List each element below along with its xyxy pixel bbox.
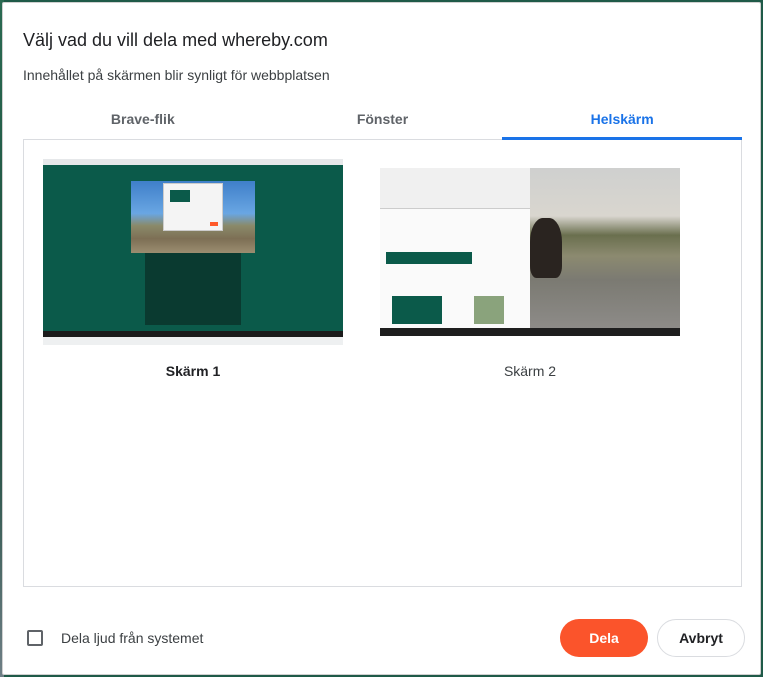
screen-picker-area: Skärm 1 Skärm 2 <box>23 140 742 587</box>
thumbnail-mini-preview-1 <box>392 296 442 324</box>
screen-1-label: Skärm 1 <box>165 363 221 379</box>
share-audio-checkbox[interactable] <box>27 630 43 646</box>
share-audio-row: Dela ljud från systemet <box>27 630 203 646</box>
thumbnail-green-bar <box>386 252 472 264</box>
thumbnail-mini-preview-2 <box>474 296 504 324</box>
screen-2-label: Skärm 2 <box>503 363 557 379</box>
thumbnail-ribbon <box>380 168 530 209</box>
share-button[interactable]: Dela <box>560 619 648 657</box>
share-audio-label: Dela ljud från systemet <box>61 630 204 646</box>
dialog-title: Välj vad du vill dela med whereby.com <box>23 30 328 50</box>
thumbnail-mini-button <box>210 222 218 226</box>
thumbnail-mini-screen <box>170 190 190 202</box>
screen-2-thumbnail <box>380 168 680 336</box>
source-tabs: Brave-flik Fönster Helskärm <box>23 103 742 140</box>
thumbnail-taskbar <box>43 331 343 337</box>
thumbnail-dark-panel <box>145 253 241 325</box>
dialog-subtitle: Innehållet på skärmen blir synligt för w… <box>23 67 330 83</box>
cancel-button[interactable]: Avbryt <box>657 619 745 657</box>
thumbnail-horse <box>530 218 562 278</box>
tab-entire-screen[interactable]: Helskärm <box>502 103 742 140</box>
thumbnail-taskbar-2 <box>380 328 680 336</box>
thumbnail-mini-dialog <box>163 183 223 231</box>
tab-window[interactable]: Fönster <box>263 103 503 139</box>
screen-option-1[interactable]: Skärm 1 <box>43 159 343 389</box>
share-screen-dialog: Välj vad du vill dela med whereby.com In… <box>2 2 761 675</box>
screen-option-2[interactable]: Skärm 2 <box>380 168 680 388</box>
screen-1-thumbnail <box>43 159 343 345</box>
tab-brave-tab[interactable]: Brave-flik <box>23 103 263 139</box>
